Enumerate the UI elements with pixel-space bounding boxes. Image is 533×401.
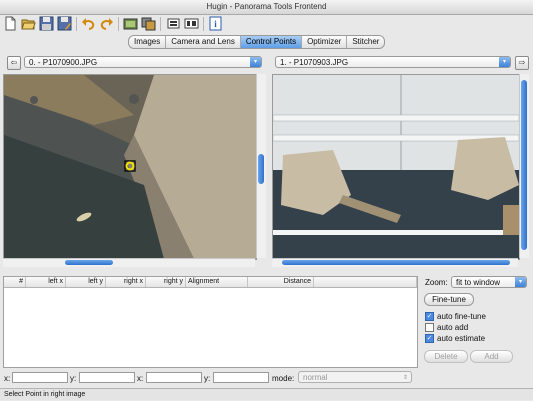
chevron-down-icon: ▾ (499, 57, 510, 67)
tab-bar: Images Camera and Lens Control Points Op… (128, 35, 386, 49)
left-image[interactable] (4, 75, 256, 259)
tab-camera-and-lens[interactable]: Camera and Lens (166, 36, 241, 48)
right-x-label: x: (137, 374, 144, 383)
fine-tune-button[interactable]: Fine-tune (424, 293, 474, 306)
tab-control-points[interactable]: Control Points (240, 36, 303, 48)
tab-stitcher[interactable]: Stitcher (347, 36, 384, 48)
zoom-value: fit to window (456, 278, 501, 287)
title-bar: Hugin - Panorama Tools Frontend (0, 0, 533, 15)
right-vertical-scrollbar[interactable] (519, 74, 529, 258)
window-title: Hugin - Panorama Tools Frontend (206, 2, 327, 11)
column-header-alignment[interactable]: Alignment (186, 277, 248, 287)
chevron-down-icon: ▾ (250, 57, 261, 67)
auto-add-label: auto add (437, 323, 469, 332)
show-preview-icon[interactable] (166, 16, 181, 31)
left-horizontal-scrollbar[interactable] (3, 258, 255, 267)
column-header-left-x[interactable]: left x (26, 277, 66, 287)
left-image-select[interactable]: 0. - P1070900.JPG ▾ (24, 56, 262, 68)
redo-icon[interactable] (99, 16, 114, 31)
checkmark-icon: ✓ (425, 312, 434, 321)
auto-fine-tune-label: auto fine-tune (437, 312, 486, 321)
zoom-label: Zoom: (425, 278, 448, 287)
right-vertical-scroll-thumb[interactable] (521, 80, 527, 250)
chevron-down-icon: ▾ (515, 277, 526, 287)
left-horizontal-scroll-thumb[interactable] (65, 260, 113, 265)
add-button[interactable]: Add (470, 350, 513, 363)
right-image[interactable] (273, 75, 519, 259)
delete-button[interactable]: Delete (424, 350, 468, 363)
left-y-label: y: (70, 374, 77, 383)
status-text: Select Point in right image (4, 391, 86, 398)
batch-icon[interactable] (141, 16, 156, 31)
toolbar: i (0, 15, 533, 35)
mode-label: mode: (272, 374, 295, 383)
status-bar: Select Point in right image (0, 388, 533, 400)
left-image-view[interactable] (3, 74, 257, 260)
tab-optimizer[interactable]: Optimizer (302, 36, 348, 48)
next-image-button[interactable]: ⇨ (515, 56, 529, 70)
chevron-updown-icon: ⇕ (402, 375, 408, 381)
control-points-table[interactable]: # left x left y right x right y Alignmen… (3, 276, 418, 368)
zoom-select[interactable]: fit to window ▾ (451, 276, 527, 288)
info-icon[interactable]: i (208, 16, 223, 31)
right-y-label: y: (204, 374, 211, 383)
column-header-distance[interactable]: Distance (248, 277, 314, 287)
left-vertical-scroll-thumb[interactable] (258, 154, 264, 184)
save-icon[interactable] (39, 16, 54, 31)
open-icon[interactable] (21, 16, 36, 31)
left-x-field[interactable] (12, 372, 68, 383)
auto-estimate-checkbox[interactable]: ✓ auto estimate (425, 334, 485, 343)
right-horizontal-scrollbar[interactable] (272, 258, 518, 267)
show-layout-icon[interactable] (184, 16, 199, 31)
right-image-view[interactable] (272, 74, 520, 260)
new-icon[interactable] (3, 16, 18, 31)
column-header-left-y[interactable]: left y (66, 277, 106, 287)
assistant-icon[interactable] (123, 16, 138, 31)
mode-select[interactable]: normal ⇕ (298, 371, 412, 383)
right-image-label: 1. - P1070903.JPG (280, 58, 349, 67)
mode-value: normal (303, 373, 328, 382)
right-horizontal-scroll-thumb[interactable] (282, 260, 510, 265)
right-x-field[interactable] (146, 372, 202, 383)
column-header-number[interactable]: # (4, 277, 26, 287)
table-header: # left x left y right x right y Alignmen… (4, 277, 417, 288)
auto-add-checkbox[interactable]: auto add (425, 323, 468, 332)
auto-estimate-label: auto estimate (437, 334, 486, 343)
save-as-icon[interactable] (57, 16, 72, 31)
left-y-field[interactable] (79, 372, 135, 383)
auto-fine-tune-checkbox[interactable]: ✓ auto fine-tune (425, 312, 486, 321)
left-image-label: 0. - P1070900.JPG (29, 58, 98, 67)
checkmark-icon: ✓ (425, 334, 434, 343)
undo-icon[interactable] (81, 16, 96, 31)
right-y-field[interactable] (213, 372, 269, 383)
column-header-right-x[interactable]: right x (106, 277, 146, 287)
left-vertical-scrollbar[interactable] (256, 74, 266, 258)
checkbox-empty-icon (425, 323, 434, 332)
right-image-select[interactable]: 1. - P1070903.JPG ▾ (275, 56, 511, 68)
column-header-right-y[interactable]: right y (146, 277, 186, 287)
tab-images[interactable]: Images (129, 36, 167, 48)
prev-image-button[interactable]: ⇦ (7, 56, 21, 70)
left-x-label: x: (4, 374, 11, 383)
